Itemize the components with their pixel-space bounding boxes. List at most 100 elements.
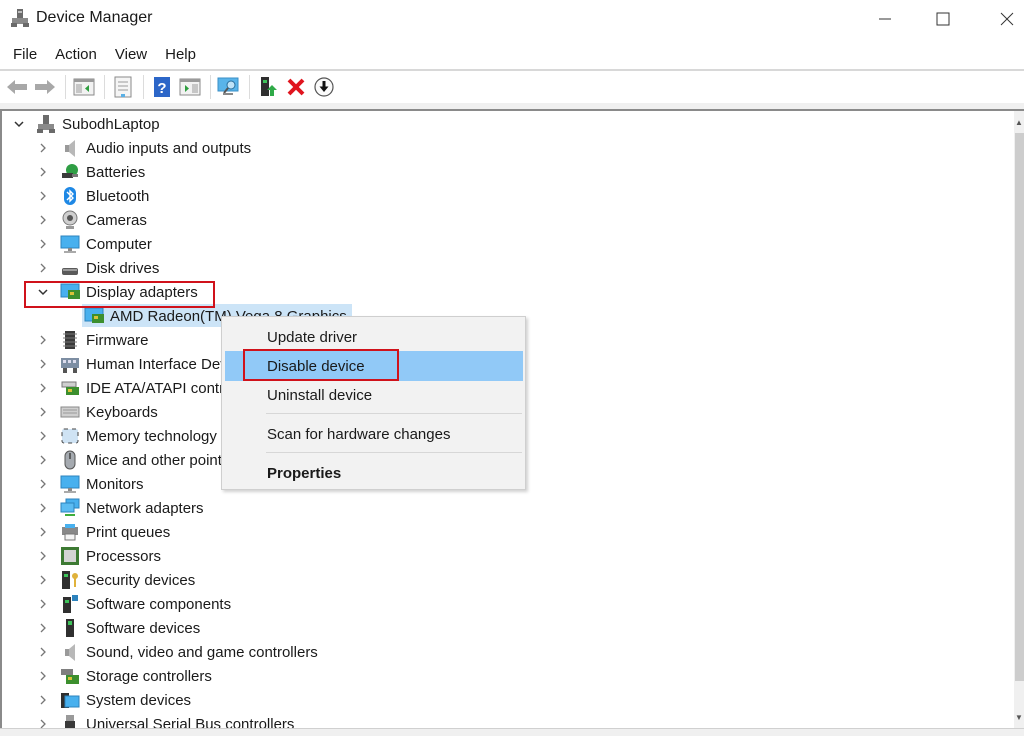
bluetooth-icon bbox=[60, 186, 80, 206]
tree-category-item[interactable]: Firmware bbox=[36, 328, 149, 352]
chevron-right-icon[interactable] bbox=[36, 429, 50, 443]
chevron-right-icon[interactable] bbox=[36, 237, 50, 251]
maximize-button[interactable] bbox=[920, 0, 966, 38]
chevron-right-icon[interactable] bbox=[36, 669, 50, 683]
chevron-right-icon[interactable] bbox=[36, 549, 50, 563]
menu-item-uninstall-device[interactable]: Uninstall device bbox=[222, 380, 525, 410]
tree-item-label: Print queues bbox=[86, 523, 171, 541]
memory-icon bbox=[60, 426, 80, 446]
chevron-right-icon[interactable] bbox=[36, 453, 50, 467]
printer-icon bbox=[60, 522, 80, 542]
tree-item-label: System devices bbox=[86, 691, 192, 709]
firmware-icon bbox=[60, 330, 80, 350]
chevron-right-icon[interactable] bbox=[36, 525, 50, 539]
help-icon: ? bbox=[154, 77, 170, 97]
menu-help[interactable]: Help bbox=[158, 46, 203, 63]
menu-item-label: Uninstall device bbox=[267, 386, 373, 404]
chevron-right-icon[interactable] bbox=[36, 141, 50, 155]
help-button[interactable]: ? bbox=[149, 74, 175, 100]
tree-category-item[interactable]: Disk drives bbox=[36, 256, 159, 280]
chevron-right-icon[interactable] bbox=[36, 333, 50, 347]
chevron-right-icon[interactable] bbox=[36, 381, 50, 395]
chevron-down-icon[interactable] bbox=[12, 117, 26, 131]
scan-hardware-icon bbox=[217, 77, 239, 95]
software-component-icon bbox=[60, 594, 80, 614]
tree-category-item[interactable]: Print queues bbox=[36, 520, 170, 544]
monitor-icon bbox=[60, 234, 80, 254]
tree-item-label: Batteries bbox=[86, 163, 146, 181]
tree-category-item[interactable]: Sound, video and game controllers bbox=[36, 640, 318, 664]
system-folder-icon bbox=[60, 690, 80, 710]
uninstall-icon bbox=[287, 78, 305, 96]
toolbar-separator bbox=[104, 75, 105, 99]
chevron-right-icon[interactable] bbox=[36, 261, 50, 275]
ide-controller-icon bbox=[60, 378, 80, 398]
tree-category-item[interactable]: Cameras bbox=[36, 208, 147, 232]
tree-category-item[interactable]: Universal Serial Bus controllers bbox=[36, 712, 294, 728]
chevron-right-icon[interactable] bbox=[36, 717, 50, 728]
menu-item-label: Scan for hardware changes bbox=[267, 425, 451, 443]
tree-category-item[interactable]: Keyboards bbox=[36, 400, 158, 424]
close-button[interactable] bbox=[984, 0, 1024, 38]
tree-category-item[interactable]: Software components bbox=[36, 592, 231, 616]
hid-icon bbox=[60, 354, 80, 374]
menu-item-properties[interactable]: Properties bbox=[222, 458, 525, 488]
tree-category-item[interactable]: Security devices bbox=[36, 568, 195, 592]
minimize-button[interactable] bbox=[862, 0, 908, 38]
properties-button[interactable] bbox=[110, 74, 136, 100]
chevron-right-icon[interactable] bbox=[36, 597, 50, 611]
forward-button[interactable] bbox=[32, 74, 58, 100]
monitor-icon bbox=[60, 474, 80, 494]
tree-category-item[interactable]: System devices bbox=[36, 688, 191, 712]
menu-view[interactable]: View bbox=[108, 46, 154, 63]
title-bar: Device Manager bbox=[0, 0, 1024, 38]
disable-button[interactable] bbox=[311, 74, 337, 100]
menu-file[interactable]: File bbox=[6, 46, 44, 63]
tree-item-label: Firmware bbox=[86, 331, 149, 349]
menu-action[interactable]: Action bbox=[48, 46, 104, 63]
chevron-right-icon[interactable] bbox=[36, 405, 50, 419]
device-manager-icon bbox=[10, 8, 30, 28]
processor-icon bbox=[60, 546, 80, 566]
chevron-right-icon[interactable] bbox=[36, 213, 50, 227]
chevron-right-icon[interactable] bbox=[36, 357, 50, 371]
uninstall-button[interactable] bbox=[283, 74, 309, 100]
scroll-up-arrow-icon[interactable]: ▲ bbox=[1014, 115, 1024, 129]
disk-drive-icon bbox=[60, 258, 80, 278]
disable-icon bbox=[314, 77, 334, 97]
tree-category-item[interactable]: Bluetooth bbox=[36, 184, 149, 208]
console-tree-button[interactable] bbox=[71, 74, 97, 100]
chevron-right-icon[interactable] bbox=[36, 501, 50, 515]
tree-root[interactable]: SubodhLaptop bbox=[12, 112, 160, 136]
tree-category-item[interactable]: Audio inputs and outputs bbox=[36, 136, 251, 160]
tree-category-item[interactable]: Network adapters bbox=[36, 496, 204, 520]
scroll-thumb[interactable] bbox=[1015, 133, 1024, 681]
chevron-right-icon[interactable] bbox=[36, 477, 50, 491]
tree-category-item[interactable]: Batteries bbox=[36, 160, 145, 184]
tree-item-label: Security devices bbox=[86, 571, 196, 589]
menu-item-scan-hardware[interactable]: Scan for hardware changes bbox=[222, 419, 525, 449]
chevron-right-icon[interactable] bbox=[36, 693, 50, 707]
chevron-right-icon[interactable] bbox=[36, 189, 50, 203]
tree-category-item[interactable]: Storage controllers bbox=[36, 664, 212, 688]
tree-item-label: Software devices bbox=[86, 619, 201, 637]
tree-category-item[interactable]: Monitors bbox=[36, 472, 144, 496]
menu-item-update-driver[interactable]: Update driver bbox=[222, 322, 525, 352]
tree-category-item[interactable]: Processors bbox=[36, 544, 161, 568]
update-driver-button[interactable] bbox=[255, 74, 281, 100]
chevron-right-icon[interactable] bbox=[36, 621, 50, 635]
scroll-down-arrow-icon[interactable]: ▼ bbox=[1014, 710, 1024, 724]
chevron-right-icon[interactable] bbox=[36, 645, 50, 659]
action-pane-button[interactable] bbox=[177, 74, 203, 100]
vertical-scrollbar[interactable]: ▲ ▼ bbox=[1014, 111, 1024, 728]
close-icon bbox=[1000, 12, 1014, 26]
tree-category-item[interactable]: Software devices bbox=[36, 616, 200, 640]
chevron-right-icon[interactable] bbox=[36, 165, 50, 179]
status-bar bbox=[0, 728, 1024, 736]
keyboard-icon bbox=[60, 402, 80, 422]
show-hide-action-pane-icon bbox=[179, 78, 201, 96]
back-button[interactable] bbox=[4, 74, 30, 100]
chevron-right-icon[interactable] bbox=[36, 573, 50, 587]
scan-hardware-button[interactable] bbox=[216, 74, 242, 100]
tree-category-item[interactable]: Computer bbox=[36, 232, 152, 256]
